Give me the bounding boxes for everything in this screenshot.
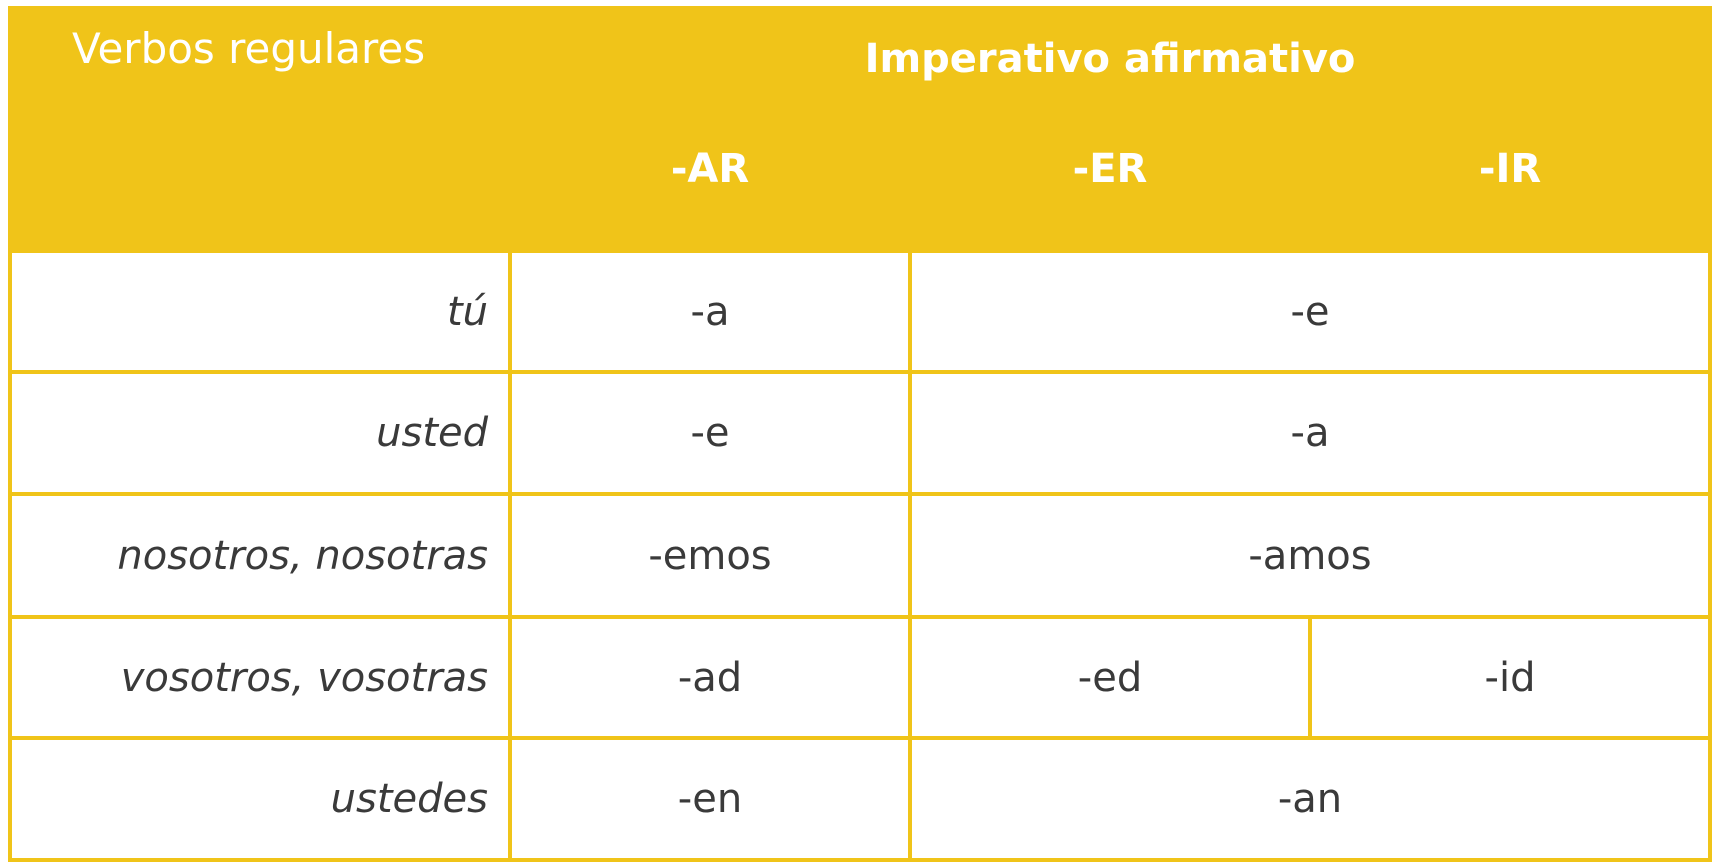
column-header-ir: -IR [1478,146,1542,192]
cell-vosotros-er: -ed [912,619,1308,736]
corner-label: Verbos regulares [72,24,426,73]
row-label-tu: tú [12,253,508,370]
cell-usted-er-ir: -a [912,374,1708,492]
cell-usted-ar: -e [512,374,908,492]
cell-vosotros-ar: -ad [512,619,908,736]
row-label-ustedes: ustedes [12,740,508,858]
cell-tu-ar: -a [512,253,908,370]
row-label-vosotros: vosotros, vosotras [12,619,508,736]
cell-nosotros-er-ir: -amos [912,496,1708,615]
table-header: Verbos regulares Imperativo afirmativo -… [8,6,1712,249]
column-header-er: -ER [1072,146,1148,192]
cell-vosotros-ir: -id [1312,619,1708,736]
row-label-nosotros: nosotros, nosotras [12,496,508,615]
cell-tu-er-ir: -e [912,253,1708,370]
group-title: Imperativo afirmativo [864,36,1356,82]
column-header-ar: -AR [670,146,750,192]
cell-ustedes-er-ir: -an [912,740,1708,858]
cell-ustedes-ar: -en [512,740,908,858]
imperative-conjugation-table: Verbos regulares Imperativo afirmativo -… [8,6,1712,862]
row-label-usted: usted [12,374,508,492]
cell-nosotros-ar: -emos [512,496,908,615]
